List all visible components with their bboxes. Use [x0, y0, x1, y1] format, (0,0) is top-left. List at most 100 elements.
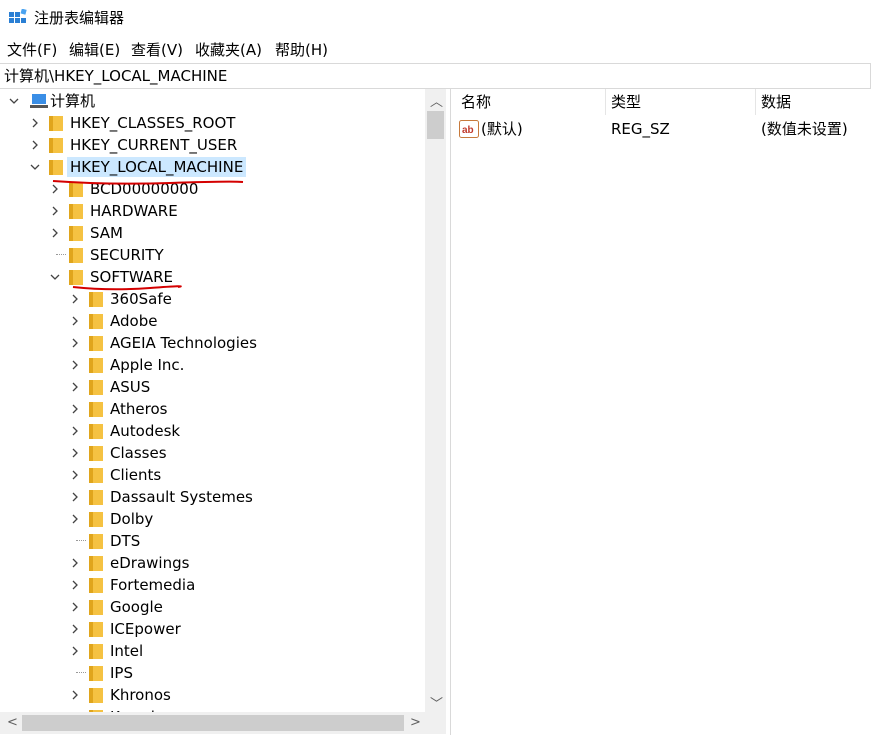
scroll-right-icon[interactable]: > [410, 715, 421, 730]
folder-icon [89, 336, 103, 351]
column-header-type[interactable]: 类型 [605, 89, 756, 115]
menu-help[interactable]: 帮助(H) [275, 41, 328, 59]
tree-item-key[interactable]: AGEIA Technologies [107, 333, 260, 353]
tree-item-hive[interactable]: HKEY_CURRENT_USER [67, 135, 240, 155]
folder-icon [89, 556, 103, 571]
chevron-right-icon[interactable] [70, 470, 80, 480]
tree-item-key[interactable]: Autodesk [107, 421, 183, 441]
folder-icon [89, 534, 103, 549]
svg-text:ab: ab [462, 125, 474, 136]
chevron-right-icon[interactable] [70, 646, 80, 656]
chevron-right-icon[interactable] [70, 624, 80, 634]
tree-item-key[interactable]: eDrawings [107, 553, 192, 573]
annotation-underline [52, 180, 244, 185]
chevron-down-icon[interactable] [9, 96, 19, 106]
chevron-right-icon[interactable] [70, 690, 80, 700]
tree-item-key[interactable]: Dolby [107, 509, 156, 529]
value-name: (默认) [481, 120, 523, 138]
title-bar: 注册表编辑器 [0, 0, 872, 36]
chevron-right-icon[interactable] [50, 228, 60, 238]
folder-icon [49, 138, 63, 153]
chevron-right-icon[interactable] [70, 492, 80, 502]
chevron-right-icon[interactable] [70, 294, 80, 304]
tree-item-key[interactable]: Atheros [107, 399, 170, 419]
scroll-up-icon[interactable]: ︿ [430, 91, 443, 110]
tree-vertical-scroll-thumb[interactable] [427, 111, 444, 139]
chevron-right-icon[interactable] [70, 404, 80, 414]
tree-vertical-scrollbar[interactable]: ︿ ﹀ [425, 89, 446, 712]
chevron-right-icon[interactable] [70, 558, 80, 568]
tree-item-key[interactable]: Google [107, 597, 166, 617]
chevron-right-icon[interactable] [50, 206, 60, 216]
address-path[interactable]: 计算机\HKEY_LOCAL_MACHINE [4, 67, 227, 85]
tree-item-hive[interactable]: HKEY_CLASSES_ROOT [67, 113, 238, 133]
folder-icon [89, 490, 103, 505]
folder-icon [89, 314, 103, 329]
chevron-right-icon[interactable] [70, 360, 80, 370]
folder-icon [89, 424, 103, 439]
menu-favorites[interactable]: 收藏夹(A) [195, 41, 262, 59]
tree-connector [76, 540, 86, 541]
folder-icon [89, 666, 103, 681]
tree-item-key[interactable]: Clients [107, 465, 164, 485]
tree-item-key[interactable]: SAM [87, 223, 126, 243]
annotation-underline [72, 285, 182, 291]
chevron-down-icon[interactable] [30, 162, 40, 172]
chevron-right-icon[interactable] [70, 426, 80, 436]
chevron-right-icon[interactable] [70, 338, 80, 348]
folder-icon [69, 248, 83, 263]
folder-icon [89, 402, 103, 417]
folder-icon [69, 204, 83, 219]
tree-item-key[interactable]: HARDWARE [87, 201, 181, 221]
value-list-pane[interactable]: 名称 类型 数据 ab (默认) REG_SZ (数值未设置) [453, 89, 872, 735]
chevron-right-icon[interactable] [70, 448, 80, 458]
chevron-right-icon[interactable] [70, 382, 80, 392]
chevron-right-icon[interactable] [30, 140, 40, 150]
folder-icon [49, 160, 63, 175]
folder-icon [89, 292, 103, 307]
folder-icon [89, 578, 103, 593]
folder-icon [49, 116, 63, 131]
tree-item-key[interactable]: DTS [107, 531, 143, 551]
chevron-right-icon[interactable] [30, 118, 40, 128]
regedit-icon [9, 9, 27, 23]
folder-icon [69, 226, 83, 241]
folder-icon [89, 512, 103, 527]
tree-item-key[interactable]: Khronos [107, 685, 174, 705]
menu-edit[interactable]: 编辑(E) [69, 41, 120, 59]
string-value-icon: ab [459, 120, 479, 138]
tree-item-key[interactable]: Adobe [107, 311, 160, 331]
folder-icon [89, 358, 103, 373]
address-bar[interactable]: 计算机\HKEY_LOCAL_MACHINE [0, 63, 871, 89]
tree-item-key[interactable]: IPS [107, 663, 136, 683]
column-header-data[interactable]: 数据 [755, 89, 871, 115]
chevron-down-icon[interactable] [50, 272, 60, 282]
chevron-right-icon[interactable] [70, 514, 80, 524]
folder-icon [89, 600, 103, 615]
tree-item-key[interactable]: ICEpower [107, 619, 184, 639]
scroll-left-icon[interactable]: < [7, 715, 18, 730]
tree-item-key[interactable]: ASUS [107, 377, 153, 397]
tree-item-computer[interactable]: 计算机 [47, 91, 98, 111]
tree-item-key[interactable]: Apple Inc. [107, 355, 187, 375]
tree-item-key[interactable]: Fortemedia [107, 575, 198, 595]
tree-item-key[interactable]: Dassault Systemes [107, 487, 256, 507]
chevron-right-icon[interactable] [70, 580, 80, 590]
tree-item-key[interactable]: SECURITY [87, 245, 167, 265]
chevron-right-icon[interactable] [70, 602, 80, 612]
tree-item-key[interactable]: Intel [107, 641, 146, 661]
folder-icon [89, 380, 103, 395]
tree-horizontal-scrollbar[interactable]: < > [0, 712, 446, 734]
computer-icon [30, 94, 48, 108]
tree-item-hive[interactable]: HKEY_LOCAL_MACHINE [67, 157, 247, 177]
menu-file[interactable]: 文件(F) [7, 41, 57, 59]
chevron-right-icon[interactable] [70, 316, 80, 326]
tree-horizontal-scroll-thumb[interactable] [22, 715, 404, 731]
menu-view[interactable]: 查看(V) [131, 41, 183, 59]
folder-icon [89, 622, 103, 637]
scroll-down-icon[interactable]: ﹀ [430, 693, 443, 712]
window-title: 注册表编辑器 [34, 9, 125, 27]
value-type: REG_SZ [611, 120, 670, 138]
tree-item-key[interactable]: Classes [107, 443, 170, 463]
column-header-name[interactable]: 名称 [455, 89, 606, 115]
